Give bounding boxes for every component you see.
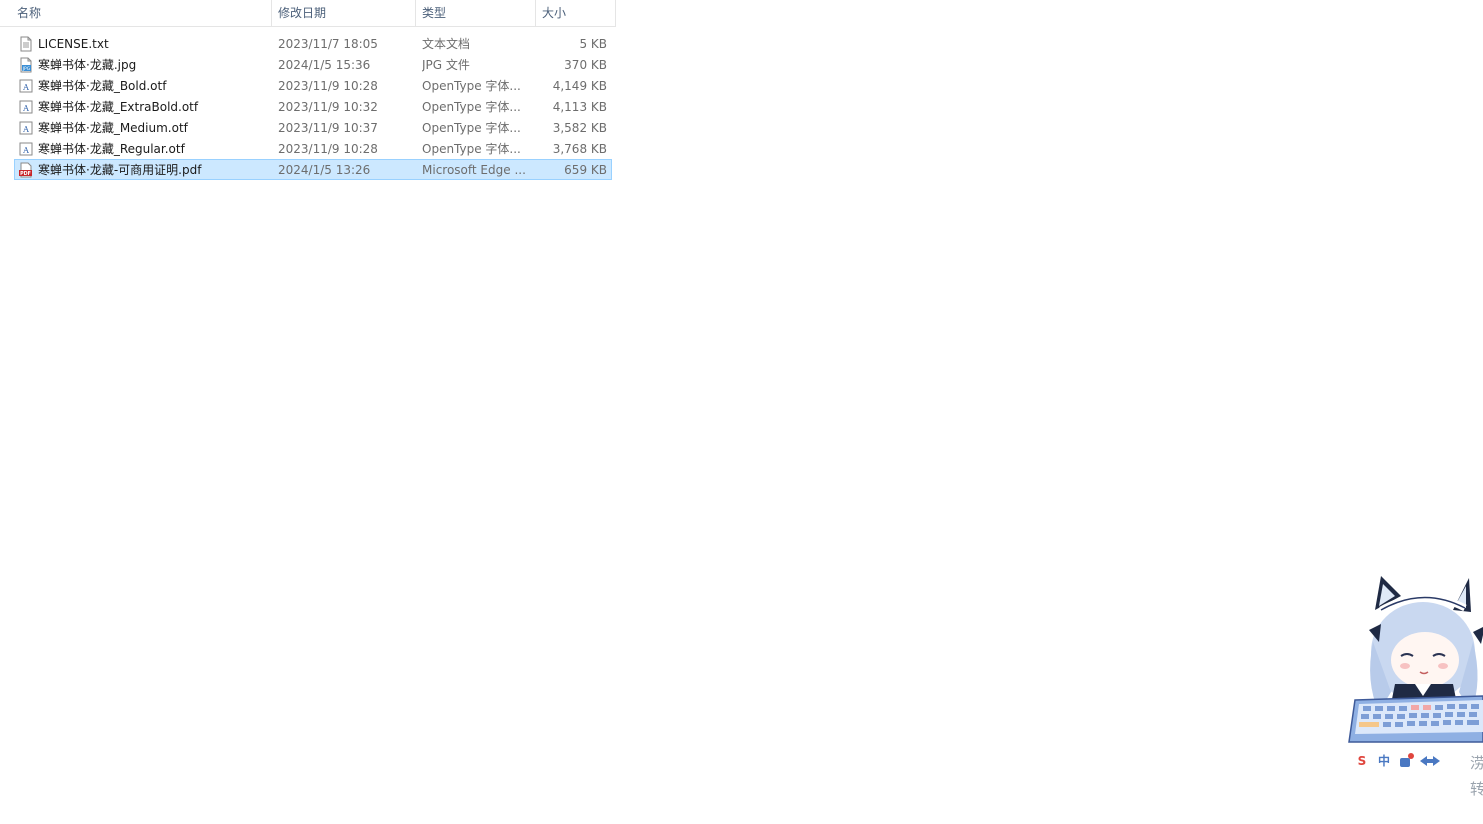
sort-ascending-icon: ^ <box>137 0 147 7</box>
file-type: OpenType 字体... <box>422 121 521 135</box>
file-size: 4,149 KB <box>552 79 607 93</box>
file-size: 659 KB <box>564 163 607 177</box>
file-row-license-txt[interactable]: LICENSE.txt 2023/11/7 18:05 文本文档 5 KB <box>14 33 612 54</box>
file-name: LICENSE.txt <box>38 37 109 51</box>
svg-text:JPG: JPG <box>22 66 31 72</box>
file-list: LICENSE.txt 2023/11/7 18:05 文本文档 5 KB JP… <box>14 33 612 180</box>
svg-text:A: A <box>22 104 29 113</box>
file-size: 4,113 KB <box>552 100 607 114</box>
file-name: 寒蝉书体·龙藏_Regular.otf <box>38 142 185 156</box>
font-file-icon: A <box>19 121 33 135</box>
column-header-type[interactable]: 类型 <box>416 0 536 27</box>
file-type: Microsoft Edge ... <box>422 163 526 177</box>
mascot-keyboard-illustration[interactable] <box>1345 572 1483 750</box>
file-date: 2023/11/9 10:32 <box>278 100 378 114</box>
file-row-bold-otf[interactable]: A 寒蝉书体·龙藏_Bold.otf 2023/11/9 10:28 OpenT… <box>14 75 612 96</box>
file-name: 寒蝉书体·龙藏-可商用证明.pdf <box>38 163 202 177</box>
font-file-icon: A <box>19 100 33 114</box>
text-file-icon <box>20 36 32 52</box>
file-size: 3,582 KB <box>552 121 607 135</box>
file-size: 3,768 KB <box>552 142 607 156</box>
file-size: 5 KB <box>579 37 607 51</box>
column-header-size[interactable]: 大小 <box>536 0 616 27</box>
file-row-extrabold-otf[interactable]: A 寒蝉书体·龙藏_ExtraBold.otf 2023/11/9 10:32 … <box>14 96 612 117</box>
file-name: 寒蝉书体·龙藏_ExtraBold.otf <box>38 100 199 114</box>
file-explorer-pane: 名称 ^ 修改日期 类型 大小 LICENSE.txt 2023/11/7 18… <box>0 0 1483 824</box>
column-header-bar: 名称 ^ 修改日期 类型 大小 <box>0 0 616 27</box>
chinese-mode-button[interactable]: 中 <box>1376 752 1392 770</box>
file-name: 寒蝉书体·龙藏_Bold.otf <box>38 79 167 93</box>
file-date: 2023/11/9 10:28 <box>278 142 378 156</box>
punctuation-icon[interactable] <box>1398 752 1414 770</box>
file-row-regular-otf[interactable]: A 寒蝉书体·龙藏_Regular.otf 2023/11/9 10:28 Op… <box>14 138 612 159</box>
pdf-file-icon: PDF <box>19 162 32 178</box>
svg-text:A: A <box>22 83 29 92</box>
file-row-jpg[interactable]: JPG 寒蝉书体·龙藏.jpg 2024/1/5 15:36 JPG 文件 37… <box>14 54 612 75</box>
file-row-pdf[interactable]: PDF 寒蝉书体·龙藏-可商用证明.pdf 2024/1/5 13:26 Mic… <box>14 159 612 180</box>
file-name: 寒蝉书体·龙藏_Medium.otf <box>38 121 188 135</box>
file-type: OpenType 字体... <box>422 100 521 114</box>
file-type: 文本文档 <box>422 37 471 51</box>
clipped-edge-text: 转 <box>1470 780 1483 798</box>
svg-text:A: A <box>22 146 29 155</box>
file-row-medium-otf[interactable]: A 寒蝉书体·龙藏_Medium.otf 2023/11/9 10:37 Ope… <box>14 117 612 138</box>
file-name: 寒蝉书体·龙藏.jpg <box>38 58 137 72</box>
column-header-date[interactable]: 修改日期 <box>272 0 416 27</box>
file-date: 2024/1/5 13:26 <box>278 163 371 177</box>
svg-text:A: A <box>22 125 29 134</box>
font-file-icon: A <box>19 142 33 156</box>
file-type: OpenType 字体... <box>422 142 521 156</box>
file-size: 370 KB <box>564 58 607 72</box>
file-type: JPG 文件 <box>422 58 470 72</box>
svg-text:PDF: PDF <box>20 171 31 177</box>
file-date: 2023/11/9 10:37 <box>278 121 378 135</box>
ime-toolbar: S 中 <box>1354 752 1444 770</box>
file-date: 2023/11/7 18:05 <box>278 37 378 51</box>
font-file-icon: A <box>19 79 33 93</box>
jpg-file-icon: JPG <box>20 57 32 73</box>
file-date: 2023/11/9 10:28 <box>278 79 378 93</box>
file-date: 2024/1/5 15:36 <box>278 58 371 72</box>
file-type: OpenType 字体... <box>422 79 521 93</box>
sogou-ime-button[interactable]: S <box>1354 752 1370 770</box>
clipped-edge-text: 涝 <box>1470 754 1483 772</box>
half-full-width-icon[interactable] <box>1418 752 1442 770</box>
